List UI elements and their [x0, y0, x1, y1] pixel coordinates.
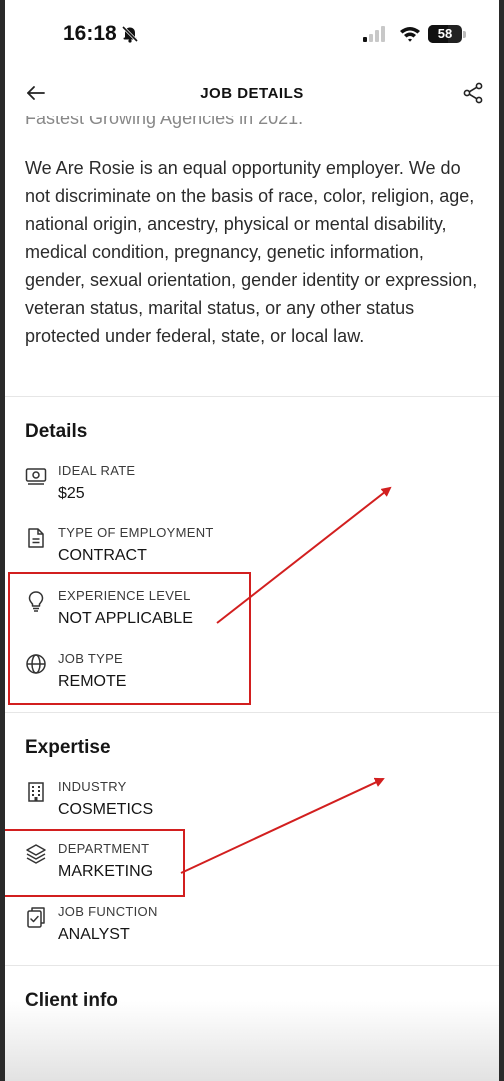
- annotation-arrows: [180, 486, 392, 874]
- frame-left-edge: [0, 0, 5, 1081]
- annotation-arrow-1: [216, 486, 392, 624]
- frame-right-edge: [499, 0, 504, 1081]
- annotation-arrow-2: [180, 777, 385, 874]
